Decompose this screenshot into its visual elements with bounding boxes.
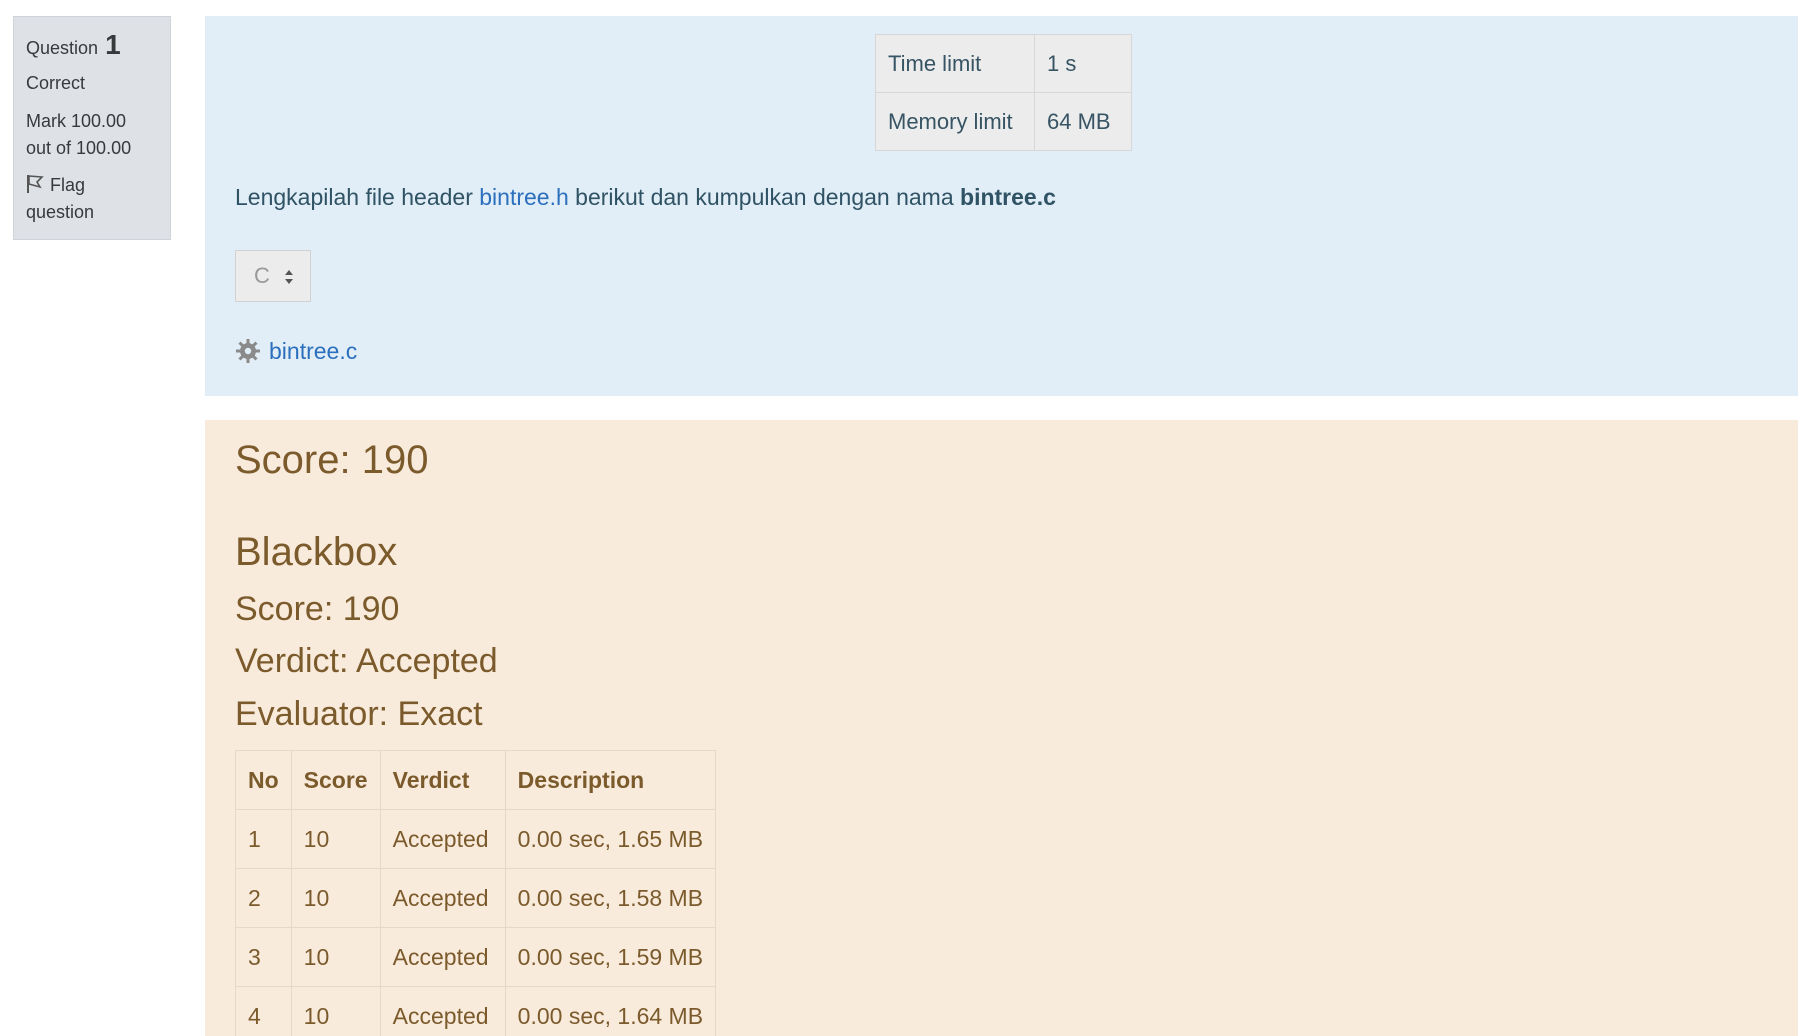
total-score: Score: 190: [235, 438, 429, 482]
question-label: Question: [26, 38, 99, 58]
table-cell: 10: [290, 868, 381, 928]
question-info-box: Question 1 Correct Mark 100.00 out of 10…: [13, 16, 171, 240]
limit-label: Time limit: [875, 34, 1035, 93]
question-state: Correct: [26, 73, 86, 93]
question-text: Lengkapilah file header bintree.h beriku…: [235, 184, 1056, 211]
question-text-intro: Lengkapilah file header: [235, 184, 480, 210]
table-row: 2 10 Accepted 0.00 sec, 1.58 MB: [235, 868, 717, 928]
table-cell: Accepted: [379, 809, 506, 869]
mark-line: Mark 100.00: [26, 111, 127, 131]
results-table: No Score Verdict Description 1 10 Accept…: [235, 750, 717, 1036]
verdict: Verdict: Accepted: [235, 642, 498, 680]
section-score: Score: 190: [235, 590, 400, 628]
evaluator: Evaluator: Exact: [235, 695, 483, 733]
submit-filename: bintree.c: [960, 184, 1056, 210]
question-grade: Mark 100.00 out of 100.00: [26, 108, 158, 162]
column-header: No: [235, 750, 292, 810]
language-select-value: C: [254, 263, 270, 288]
page: Question 1 Correct Mark 100.00 out of 10…: [0, 0, 1818, 1036]
results-header-row: No Score Verdict Description: [235, 750, 717, 810]
table-cell: 0.00 sec, 1.58 MB: [504, 868, 717, 928]
limits-row: Memory limit 64 MB: [875, 92, 1132, 151]
attachment-link[interactable]: bintree.c: [269, 338, 357, 364]
table-cell: 2: [235, 868, 292, 928]
table-cell: 0.00 sec, 1.65 MB: [504, 809, 717, 869]
feedback-panel: Score: 190 Blackbox Score: 190 Verdict: …: [205, 420, 1798, 1036]
column-header: Score: [290, 750, 381, 810]
flag-label-line2: question: [26, 202, 95, 222]
question-number: Question 1: [26, 31, 158, 59]
table-cell: Accepted: [379, 868, 506, 928]
table-cell: 10: [290, 809, 381, 869]
table-row: 3 10 Accepted 0.00 sec, 1.59 MB: [235, 927, 717, 987]
limit-label: Memory limit: [875, 92, 1035, 151]
gear-icon: [236, 339, 260, 363]
flag-icon: [27, 175, 44, 193]
question-formulation: Time limit 1 s Memory limit 64 MB Lengka…: [205, 16, 1798, 396]
header-file-link[interactable]: bintree.h: [479, 184, 569, 210]
mark-out-of-line: out of 100.00: [26, 138, 132, 158]
language-select[interactable]: C: [235, 250, 311, 302]
attachment: bintree.c: [235, 338, 357, 365]
limit-value: 1 s: [1034, 34, 1132, 93]
table-cell: 1: [235, 809, 292, 869]
column-header: Description: [504, 750, 717, 810]
table-cell: 3: [235, 927, 292, 987]
question-number-value: 1: [105, 29, 121, 60]
limit-value: 64 MB: [1034, 92, 1132, 151]
table-cell: 10: [290, 927, 381, 987]
table-cell: 4: [235, 986, 292, 1036]
limits-row: Time limit 1 s: [875, 34, 1132, 93]
flag-question-link[interactable]: Flag question: [26, 172, 158, 226]
table-cell: 10: [290, 986, 381, 1036]
table-cell: 0.00 sec, 1.64 MB: [504, 986, 717, 1036]
table-cell: Accepted: [379, 927, 506, 987]
question-text-middle: berikut dan kumpulkan dengan nama: [568, 184, 961, 210]
table-row: 1 10 Accepted 0.00 sec, 1.65 MB: [235, 809, 717, 869]
table-cell: 0.00 sec, 1.59 MB: [504, 927, 717, 987]
table-row: 4 10 Accepted 0.00 sec, 1.64 MB: [235, 986, 717, 1036]
section-title: Blackbox: [235, 530, 398, 574]
flag-label: Flag: [50, 175, 86, 195]
sort-arrows-icon: [285, 270, 293, 284]
limits-table: Time limit 1 s Memory limit 64 MB: [875, 34, 1132, 151]
table-cell: Accepted: [379, 986, 506, 1036]
column-header: Verdict: [379, 750, 506, 810]
